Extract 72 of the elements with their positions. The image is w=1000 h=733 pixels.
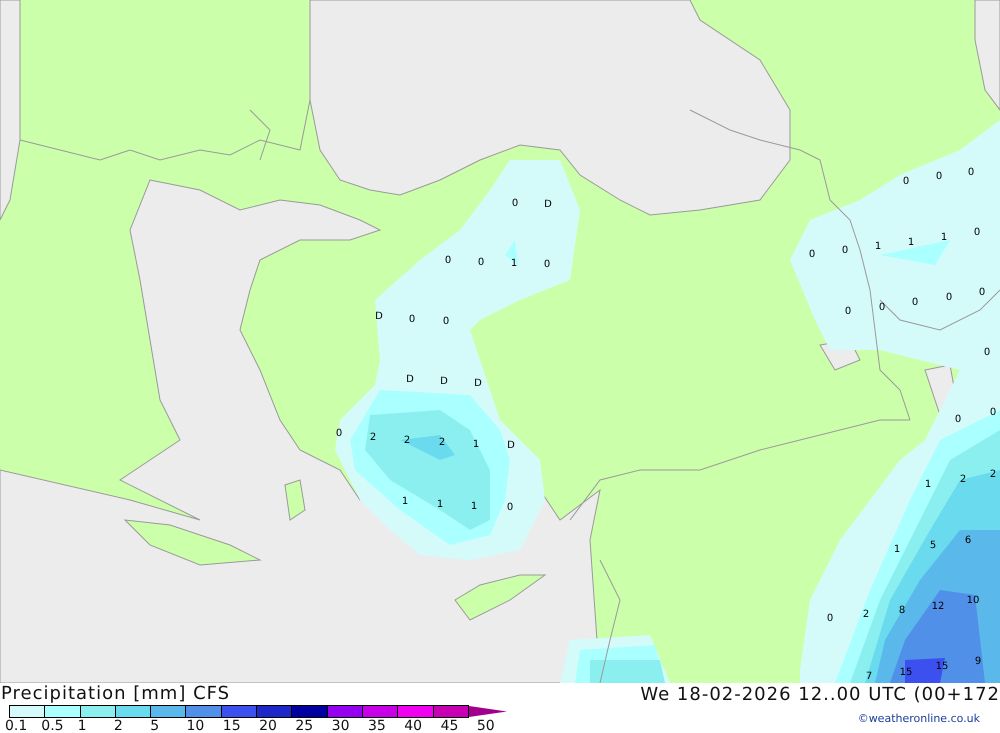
- precipitation-value: D: [544, 199, 552, 210]
- precipitation-value: 0: [408, 314, 416, 325]
- precipitation-value: 2: [404, 435, 410, 446]
- precipitation-value: 0: [990, 407, 996, 418]
- precipitation-value: 2: [862, 609, 870, 620]
- precipitation-value: 0: [444, 255, 452, 266]
- precipitation-value: 1: [894, 544, 900, 555]
- precipitation-value: 0: [506, 502, 514, 513]
- legend-tick-label: 20: [259, 718, 278, 733]
- precipitation-value: 0: [936, 171, 942, 182]
- legend-tick-label: 35: [368, 718, 387, 733]
- precipitation-value: D: [474, 378, 482, 389]
- precipitation-value: 0: [544, 259, 550, 270]
- precipitation-value: 0: [954, 414, 962, 425]
- legend-tick-label: 0.1: [5, 718, 28, 733]
- precipitation-value: 15: [900, 667, 912, 678]
- precipitation-value: 6: [964, 535, 972, 546]
- legend-tick-label: 0.5: [41, 718, 65, 733]
- legend-tick-label: 30: [332, 718, 350, 733]
- precipitation-value: 0: [826, 613, 834, 624]
- legend-title: Precipitation [mm] CFS: [1, 683, 232, 705]
- precipitation-value: 2: [990, 469, 996, 480]
- precipitation-value: 0: [842, 245, 848, 256]
- legend-tick-label: 40: [404, 718, 424, 733]
- precipitation-value: 0: [512, 198, 518, 209]
- legend-tick-label: 5: [150, 718, 160, 733]
- legend-tick-label: 2: [114, 718, 124, 733]
- precipitation-value: 0: [808, 249, 816, 260]
- precipitation-value: 0: [336, 428, 342, 439]
- precipitation-value: 1: [470, 501, 478, 512]
- precipitation-value: 1: [908, 237, 914, 248]
- legend-tick-label: 10: [186, 718, 206, 733]
- precipitation-value: 0: [946, 292, 952, 303]
- precipitation-value: 10: [966, 595, 980, 606]
- precipitation-value: 1: [436, 499, 444, 510]
- precipitation-value: 0: [968, 167, 974, 178]
- legend-tick-label: 1: [78, 718, 88, 733]
- precipitation-value: 1: [510, 258, 518, 269]
- scale-arrow-icon: [468, 706, 507, 717]
- precipitation-value: 1: [924, 479, 932, 490]
- precipitation-value: 0: [912, 297, 918, 308]
- precipitation-value: 0: [878, 302, 886, 313]
- credit-link[interactable]: ©weatheronline.co.uk: [858, 712, 980, 725]
- precipitation-value: 1: [402, 496, 408, 507]
- precipitation-value: 1: [940, 232, 948, 243]
- precipitation-value: 0: [902, 176, 910, 187]
- precipitation-value: 2: [960, 474, 966, 485]
- precipitation-value: 0: [978, 287, 986, 298]
- precipitation-value: 2: [438, 437, 446, 448]
- valid-time: We 18-02-2026 12..00 UTC (00+172: [640, 684, 1000, 706]
- legend-tick-label: 15: [222, 718, 242, 733]
- precipitation-value: 0: [844, 306, 852, 317]
- precipitation-value: 5: [930, 540, 936, 551]
- precipitation-value: 7: [866, 671, 872, 682]
- precipitation-value: 0: [974, 227, 980, 238]
- precipitation-value: 2: [370, 432, 376, 443]
- precipitation-value: D: [375, 311, 383, 322]
- legend-tick-label: 25: [295, 718, 314, 733]
- precipitation-value: D: [507, 440, 515, 451]
- precipitation-value: 0: [442, 316, 450, 327]
- precipitation-value: 0: [478, 257, 484, 268]
- precipitation-value: 9: [974, 656, 982, 667]
- precipitation-value: 15: [936, 661, 948, 672]
- precipitation-value: 8: [898, 605, 906, 616]
- legend-tick-label: 45: [440, 718, 460, 733]
- precipitation-value: D: [440, 376, 448, 387]
- precipitation-value: D: [406, 374, 414, 385]
- precipitation-value: 12: [932, 601, 944, 612]
- precipitation-value: 1: [874, 241, 882, 252]
- precipitation-value: 1: [472, 439, 480, 450]
- precipitation-value: 0: [984, 347, 990, 358]
- legend-tick-label: 50: [476, 718, 496, 733]
